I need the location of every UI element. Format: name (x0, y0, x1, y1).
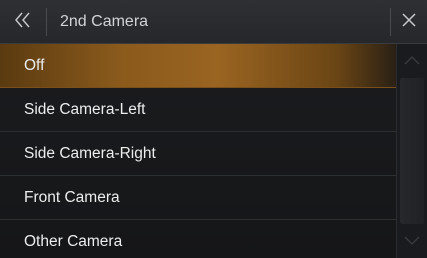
option-label: Front Camera (24, 189, 120, 206)
option-label: Side Camera-Left (24, 101, 146, 118)
chevron-up-icon (404, 52, 420, 70)
scroll-thumb[interactable] (400, 78, 424, 224)
chevron-down-icon (404, 232, 420, 250)
option-label: Off (24, 57, 45, 74)
double-chevron-left-icon (14, 12, 32, 33)
header-divider (46, 8, 47, 36)
option-label: Other Camera (24, 233, 123, 250)
option-row-front-camera[interactable]: Front Camera (0, 176, 396, 220)
camera-option-list: Off Side Camera-Left Side Camera-Right F… (0, 44, 396, 258)
scroll-up-button[interactable] (397, 44, 427, 78)
option-row-side-camera-left[interactable]: Side Camera-Left (0, 88, 396, 132)
option-row-side-camera-right[interactable]: Side Camera-Right (0, 132, 396, 176)
close-button[interactable] (391, 0, 427, 44)
camera-settings-screen: 2nd Camera Off Side Camera-Left Side Cam… (0, 0, 427, 258)
close-icon (402, 12, 416, 32)
option-label: Side Camera-Right (24, 145, 156, 162)
scroll-track[interactable] (400, 78, 424, 224)
option-row-off[interactable]: Off (0, 44, 396, 88)
scrollbar[interactable] (396, 44, 427, 258)
back-button[interactable] (0, 0, 46, 44)
page-title: 2nd Camera (60, 13, 149, 30)
option-row-other-camera[interactable]: Other Camera (0, 220, 396, 258)
scroll-down-button[interactable] (397, 224, 427, 258)
header-bar: 2nd Camera (0, 0, 427, 44)
